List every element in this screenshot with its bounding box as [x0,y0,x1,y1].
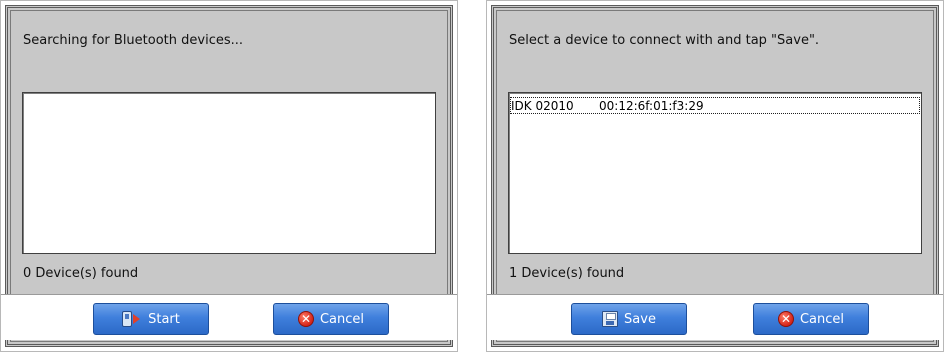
dialog-body: Searching for Bluetooth devices... 0 Dev… [10,10,448,342]
cancel-button[interactable]: ✕ Cancel [753,303,869,335]
start-button[interactable]: Start [93,303,209,335]
device-count-status: 0 Device(s) found [23,266,139,281]
button-bar: Start ✕ Cancel [1,294,457,340]
search-message: Searching for Bluetooth devices... [23,33,244,48]
cancel-button-label: Cancel [319,311,365,327]
device-name: IDK 02010 [511,98,574,113]
cancel-button-label: Cancel [799,311,845,327]
button-bar: Save ✕ Cancel [487,294,943,340]
start-button-label: Start [148,311,180,327]
select-message: Select a device to connect with and tap … [509,33,820,48]
device-count-status: 1 Device(s) found [509,266,625,281]
floppy-disk-icon [602,311,619,327]
device-list-item[interactable]: IDK 02010 00:12:6f:01:f3:29 [510,97,920,114]
select-device-dialog: Select a device to connect with and tap … [486,0,944,352]
bluetooth-phone-icon [122,311,142,327]
cancel-icon: ✕ [297,311,314,327]
dialog-body: Select a device to connect with and tap … [496,10,934,342]
save-button-label: Save [624,311,656,327]
cancel-button[interactable]: ✕ Cancel [273,303,389,335]
cancel-icon: ✕ [777,311,794,327]
device-list[interactable]: IDK 02010 00:12:6f:01:f3:29 [508,92,922,254]
search-dialog: Searching for Bluetooth devices... 0 Dev… [0,0,458,352]
device-list[interactable] [22,92,436,254]
device-address: 00:12:6f:01:f3:29 [599,98,704,113]
save-button[interactable]: Save [571,303,687,335]
